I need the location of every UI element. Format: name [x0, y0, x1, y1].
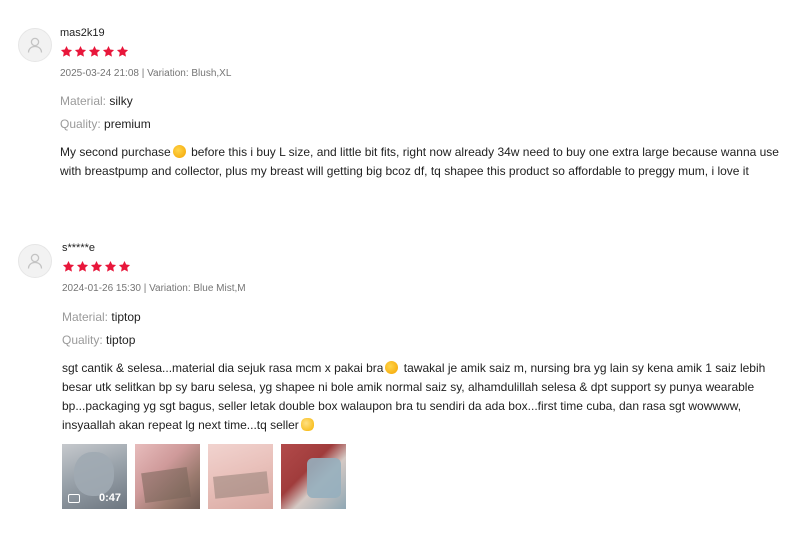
user-avatar-icon[interactable] — [18, 244, 52, 278]
star-icon — [116, 45, 129, 58]
review-text-line: besar utk selitkan bp sy baru selesa, yg… — [62, 380, 755, 394]
review-media-gallery: 0:47 — [62, 444, 346, 509]
review-video-thumbnail[interactable]: 0:47 — [62, 444, 127, 509]
review-image-thumbnail[interactable] — [281, 444, 346, 509]
review-meta: 2025-03-24 21:08 | Variation: Blush,XL — [60, 68, 232, 79]
attribute-value: tiptop — [111, 310, 141, 324]
attribute-label: Material: — [60, 94, 107, 108]
clapping-hands-emoji-icon — [300, 418, 314, 431]
star-icon — [62, 260, 75, 273]
attribute-label: Quality: — [62, 333, 103, 347]
review-text-segment: sgt cantik & selesa...material dia sejuk… — [62, 361, 384, 375]
review-image-thumbnail[interactable] — [208, 444, 273, 509]
review-text-line: sgt cantik & selesa...material dia sejuk… — [62, 359, 795, 378]
video-camera-icon — [68, 494, 80, 503]
review-text-line: insyaallah akan repeat lg next time...tq… — [62, 416, 795, 435]
rating-stars — [60, 45, 129, 58]
star-icon — [104, 260, 117, 273]
review-meta: 2024-01-26 15:30 | Variation: Blue Mist,… — [62, 283, 246, 294]
star-icon — [76, 260, 89, 273]
attribute-label: Material: — [62, 310, 109, 324]
review-text-line: bp...packaging yg sgt bagus, seller leta… — [62, 399, 742, 413]
review-text: sgt cantik & selesa...material dia sejuk… — [62, 359, 795, 435]
reviewer-username[interactable]: mas2k19 — [60, 27, 105, 39]
image-content-shape — [141, 466, 191, 504]
star-icon — [90, 260, 103, 273]
review-text-segment: My second purchase — [60, 145, 171, 159]
rating-stars — [62, 260, 131, 273]
review-text-line: with breastpump and collector, plus my b… — [60, 164, 749, 178]
review-item: s*****e 2024-01-26 15:30 | Variation: Bl… — [0, 230, 800, 533]
star-icon — [74, 45, 87, 58]
attribute-label: Quality: — [60, 117, 101, 131]
review-text-line: My second purchase before this i buy L s… — [60, 143, 795, 162]
attribute-value: silky — [109, 94, 133, 108]
attribute-quality: Quality: premium — [60, 117, 151, 131]
attribute-material: Material: tiptop — [62, 310, 141, 324]
video-duration: 0:47 — [98, 492, 121, 504]
review-text-segment: insyaallah akan repeat lg next time...tq… — [62, 418, 299, 432]
star-icon — [88, 45, 101, 58]
attribute-value: tiptop — [106, 333, 136, 347]
review-text-segment: tawakal je amik saiz m, nursing bra yg l… — [400, 361, 766, 375]
star-icon — [60, 45, 73, 58]
blushing-face-emoji-icon — [385, 361, 399, 374]
review-image-thumbnail[interactable] — [135, 444, 200, 509]
star-icon — [118, 260, 131, 273]
review-text-segment: before this i buy L size, and little bit… — [187, 145, 779, 159]
kissing-face-emoji-icon — [172, 145, 186, 158]
attribute-material: Material: silky — [60, 94, 133, 108]
review-item: mas2k19 2025-03-24 21:08 | Variation: Bl… — [0, 0, 800, 230]
attribute-value: premium — [104, 117, 151, 131]
image-content-shape — [307, 458, 341, 498]
reviewer-username[interactable]: s*****e — [62, 242, 95, 254]
review-text: My second purchase before this i buy L s… — [60, 143, 795, 181]
star-icon — [102, 45, 115, 58]
video-frame-shape — [74, 452, 114, 496]
user-avatar-icon[interactable] — [18, 28, 52, 62]
image-content-shape — [212, 471, 270, 499]
attribute-quality: Quality: tiptop — [62, 333, 135, 347]
